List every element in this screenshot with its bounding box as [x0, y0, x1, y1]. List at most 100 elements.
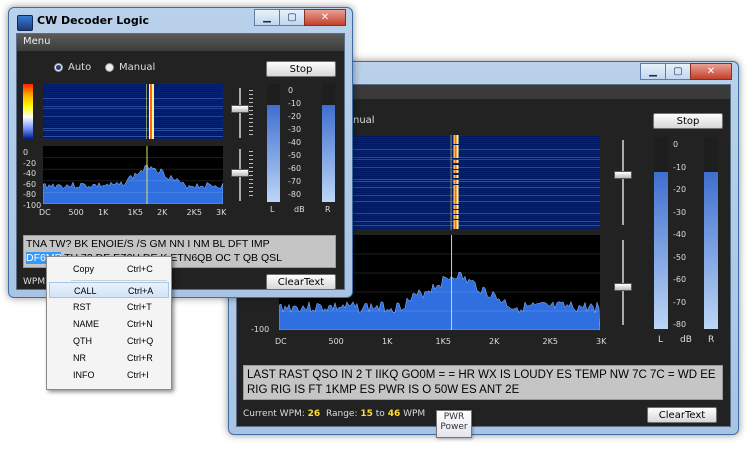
db-tick-label: -60 — [288, 164, 302, 173]
context-menu-item-copy[interactable]: Copy Ctrl+C — [49, 261, 169, 277]
waterfall-gain-slider-thumb[interactable] — [614, 171, 632, 179]
range-min-value: 15 — [360, 409, 373, 419]
cleartext-button[interactable]: ClearText — [647, 407, 717, 423]
frequency-tick-label: 3K — [596, 337, 607, 346]
right-level-meter — [704, 137, 718, 329]
context-menu-item-info[interactable]: INFO Ctrl+I — [49, 367, 169, 383]
auto-radio[interactable]: Auto — [54, 62, 91, 73]
level-label-right: R — [708, 335, 715, 345]
menu-item-label: NAME — [73, 319, 100, 329]
menu-item-menu[interactable]: Menu — [23, 36, 50, 47]
waterfall-display[interactable] — [43, 84, 223, 139]
title-bar[interactable]: CW Decoder Logic ▁ ▢ ✕ — [9, 8, 352, 36]
spectrum-y-tick-label: -20 — [23, 158, 37, 168]
spectrum-display[interactable] — [43, 146, 223, 204]
db-tick-label: 0 — [288, 86, 294, 95]
db-tick-label: -30 — [673, 207, 687, 217]
manual-radio-dot[interactable] — [105, 63, 114, 72]
menu-item-label: CALL — [74, 286, 97, 296]
stop-button[interactable]: Stop — [653, 113, 723, 129]
db-tick-label: -20 — [673, 185, 687, 194]
frequency-tick-label: 1K — [382, 337, 393, 346]
frequency-tick-label: 500 — [328, 337, 344, 346]
context-menu-item-rst[interactable]: RST Ctrl+T — [49, 299, 169, 315]
spectrum-graph — [43, 146, 223, 204]
waterfall-gain-slider-thumb[interactable] — [231, 105, 249, 113]
left-level-meter — [654, 137, 668, 329]
app-icon — [17, 15, 33, 31]
menu-item-shortcut: Ctrl+C — [127, 264, 153, 274]
frequency-tick-label: 3K — [216, 208, 227, 217]
menu-item-label: RST — [73, 302, 91, 312]
range-label: Range: — [325, 409, 358, 419]
close-button[interactable]: ✕ — [304, 9, 346, 26]
slider-ticks — [249, 90, 253, 138]
frequency-tick-label: 1K5 — [435, 337, 451, 346]
auto-radio-dot[interactable] — [54, 63, 63, 72]
frequency-tick-label: 500 — [68, 208, 84, 217]
wpm-label: WPM: — [23, 277, 49, 287]
decoded-text-area[interactable]: LAST RAST QSO IN 2 T IIKQ GO0M = = HR WX… — [243, 365, 723, 400]
decoded-text: LAST RAST QSO IN 2 T IIKQ GO0M = = HR WX… — [247, 369, 716, 396]
menu-item-label: INFO — [73, 370, 95, 380]
db-tick-label: -80 — [288, 190, 302, 199]
cleartext-button[interactable]: ClearText — [266, 274, 336, 290]
manual-radio-partial[interactable]: nual — [353, 115, 375, 126]
frequency-tick-label: 2K — [489, 337, 500, 346]
context-menu-item-qth[interactable]: QTH Ctrl+Q — [49, 333, 169, 349]
db-tick-label: -10 — [673, 162, 687, 172]
db-tick-label: -30 — [288, 125, 302, 134]
db-tick-label: -20 — [288, 112, 302, 121]
context-menu-item-name[interactable]: NAME Ctrl+N — [49, 316, 169, 332]
maximize-button[interactable]: ▢ — [279, 9, 305, 26]
frequency-tick-label: DC — [275, 337, 287, 346]
spectrum-gain-slider-thumb[interactable] — [614, 283, 632, 291]
menu-item-shortcut: Ctrl+Q — [127, 336, 154, 346]
db-tick-label: -50 — [673, 252, 687, 262]
db-tick-label: -40 — [673, 230, 687, 239]
menu-item-shortcut: Ctrl+T — [127, 302, 152, 312]
minimize-button[interactable]: ▁ — [254, 9, 280, 26]
menu-item-label: NR — [73, 353, 86, 363]
maximize-button[interactable]: ▢ — [665, 63, 691, 80]
left-level-meter — [267, 84, 280, 202]
db-tick-label: -60 — [673, 275, 687, 284]
db-tick-label: -10 — [288, 99, 302, 108]
db-tick-label: 0 — [673, 140, 679, 149]
db-tick-label: -50 — [288, 151, 302, 160]
menu-bar: Menu — [17, 34, 344, 51]
spectrum-trace — [43, 164, 223, 204]
stop-button[interactable]: Stop — [266, 61, 336, 77]
wpm-status: Current WPM: 26 Range: 15 to 46 WPM — [243, 409, 425, 419]
frequency-tick-label: 2K5 — [186, 208, 202, 217]
menu-item-shortcut: Ctrl+R — [127, 353, 153, 363]
tooltip-title: PWR — [443, 412, 465, 422]
spectrum-y-tick-label: 0 — [23, 148, 29, 157]
right-level-meter — [322, 84, 335, 202]
context-menu-item-call[interactable]: CALL Ctrl+A — [49, 282, 169, 298]
current-wpm-label: Current WPM: — [243, 409, 305, 419]
manual-label: Manual — [119, 62, 156, 73]
cw-decoder-window-small: CW Decoder Logic ▁ ▢ ✕ Menu Auto Manual … — [8, 7, 353, 298]
minimize-button[interactable]: ▁ — [640, 63, 666, 80]
menu-item-label: Copy — [73, 264, 95, 274]
level-label-left: L — [270, 205, 275, 214]
spectrum-y-tick-label: -80 — [23, 190, 37, 199]
frequency-tick-label: 2K5 — [542, 337, 558, 346]
db-tick-label: -80 — [673, 320, 687, 329]
waterfall-gain-slider-track[interactable] — [622, 140, 624, 225]
close-button[interactable]: ✕ — [690, 63, 732, 80]
spectrum-y-tick-label: -60 — [23, 179, 37, 189]
frequency-tick-label: 1K — [98, 208, 109, 217]
waterfall-image — [43, 84, 223, 139]
tooltip: PWR Power — [436, 410, 472, 438]
menu-item-shortcut: Ctrl+N — [127, 319, 153, 329]
manual-radio[interactable]: Manual — [105, 62, 155, 73]
spectrum-gain-slider-thumb[interactable] — [231, 169, 249, 177]
context-menu-item-nr[interactable]: NR Ctrl+R — [49, 350, 169, 366]
decoded-line-1: TNA TW? BK ENOIE/S /S GM NN I NM BL DFT … — [26, 238, 270, 250]
waterfall-gain-slider-track[interactable] — [239, 88, 241, 138]
frequency-tick-label: DC — [39, 208, 51, 217]
menu-item-shortcut: Ctrl+A — [128, 286, 154, 296]
db-tick-label: -40 — [288, 138, 302, 147]
